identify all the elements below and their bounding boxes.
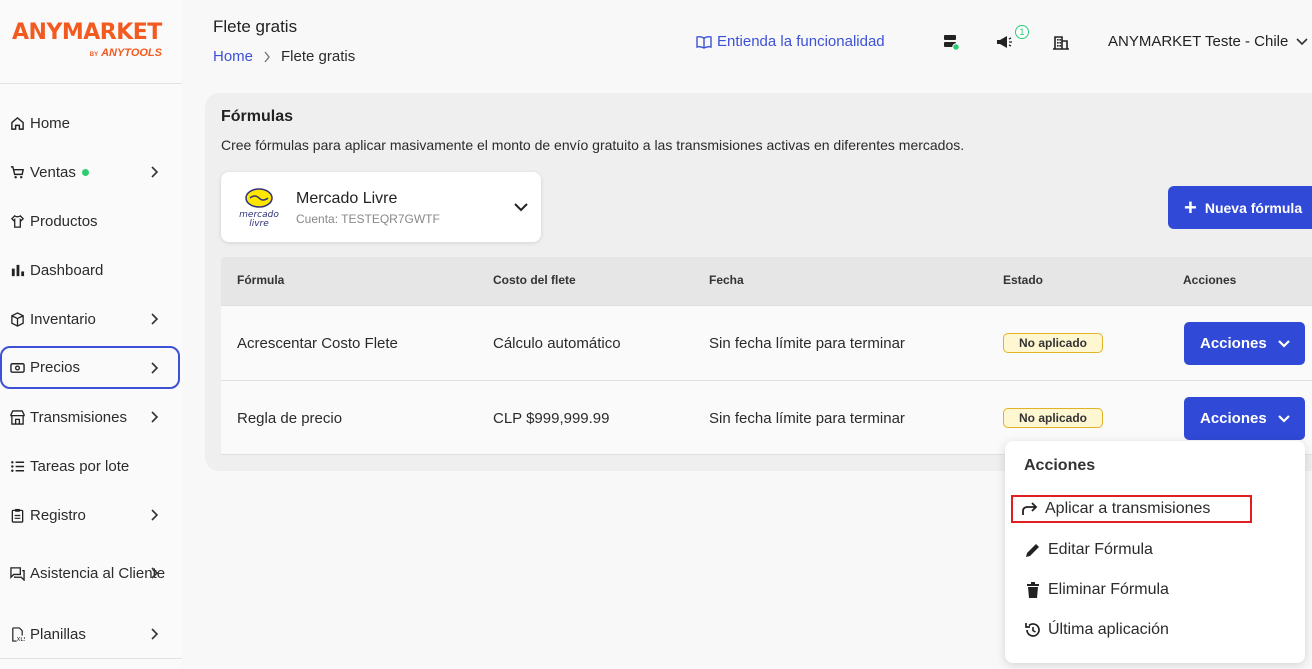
box-icon	[9, 311, 25, 327]
anymarket-logo[interactable]: ANYMARKET BY ANYTOOLS	[12, 20, 162, 64]
sidebar: ANYMARKET BY ANYTOOLS Home Ventas Product…	[0, 0, 182, 669]
server-status-icon[interactable]	[942, 33, 960, 51]
cart-icon	[9, 164, 25, 180]
marketplace-name: Mercado Livre	[296, 190, 398, 207]
list-icon	[9, 458, 25, 474]
svg-text:livre: livre	[249, 219, 269, 228]
help-link[interactable]: Entienda la funcionalidad	[696, 33, 885, 50]
pencil-icon	[1026, 544, 1039, 557]
history-icon	[1025, 623, 1040, 637]
sidebar-item-inventario[interactable]: Inventario	[0, 298, 180, 340]
building-icon[interactable]	[1052, 33, 1070, 51]
formulas-table: Fórmula Costo del flete Fecha Estado Acc…	[221, 257, 1312, 455]
sidebar-item-precios[interactable]: Precios	[0, 346, 180, 389]
plus-icon: +	[1184, 194, 1197, 220]
spreadsheet-icon: XLS	[9, 626, 25, 642]
sidebar-item-tareas-por-lote[interactable]: Tareas por lote	[0, 445, 180, 487]
sidebar-item-asistencia-al-cliente[interactable]: Asistencia al Cliente	[0, 552, 180, 594]
shipping-cost: CLP $999,999.99	[493, 410, 610, 427]
menu-title: Acciones	[1024, 457, 1096, 474]
section-description: Cree fórmulas para aplicar masivamente e…	[221, 137, 965, 153]
sidebar-item-planillas[interactable]: XLS Planillas	[0, 613, 180, 655]
chevron-right-icon	[151, 509, 159, 521]
sidebar-divider	[0, 658, 182, 659]
chevron-right-icon	[151, 313, 159, 325]
actions-button[interactable]: Acciones	[1184, 397, 1305, 440]
chevron-right-icon	[151, 567, 159, 579]
menu-item-delete-formula[interactable]: Eliminar Fórmula	[1020, 575, 1169, 605]
bar-chart-icon	[9, 262, 25, 278]
chevron-down-icon	[1296, 37, 1308, 45]
actions-dropdown-menu: Acciones Aplicar a transmisiones Editar …	[1005, 441, 1305, 663]
share-arrow-icon	[1022, 502, 1038, 515]
sidebar-item-registro[interactable]: Registro	[0, 494, 180, 536]
page-title: Flete gratis	[213, 17, 298, 36]
megaphone-icon[interactable]	[995, 33, 1013, 51]
sidebar-item-dashboard[interactable]: Dashboard	[0, 249, 180, 291]
formula-name: Acrescentar Costo Flete	[237, 335, 398, 352]
home-icon	[9, 115, 25, 131]
shirt-icon	[9, 213, 25, 229]
chevron-down-icon	[1277, 339, 1290, 348]
status-badge: No aplicado	[1003, 408, 1104, 428]
section-title: Fórmulas	[221, 108, 294, 125]
column-header-cost: Costo del flete	[493, 273, 576, 287]
formula-name: Regla de precio	[237, 410, 343, 427]
status-dot	[81, 169, 89, 177]
menu-item-apply-to-transmissions[interactable]: Aplicar a transmisiones	[1011, 495, 1252, 523]
chat-icon	[9, 565, 25, 581]
sidebar-item-home[interactable]: Home	[0, 102, 180, 144]
logo-main-text: ANYMARKET	[12, 20, 162, 45]
sidebar-item-ventas[interactable]: Ventas	[0, 151, 180, 193]
column-header-actions: Acciones	[1183, 273, 1237, 287]
status-badge: No aplicado	[1003, 333, 1104, 353]
chevron-right-icon	[151, 628, 159, 640]
breadcrumb-separator-icon	[264, 51, 270, 62]
marketplace-account: Cuenta: TESTEQR7GWTF	[296, 212, 440, 226]
sidebar-divider	[0, 83, 182, 84]
formula-date: Sin fecha límite para terminar	[709, 410, 905, 427]
table-header: Fórmula Costo del flete Fecha Estado Acc…	[221, 257, 1312, 305]
column-header-date: Fecha	[709, 273, 744, 287]
money-icon	[9, 360, 25, 376]
column-header-status: Estado	[1003, 273, 1044, 287]
menu-item-edit-formula[interactable]: Editar Fórmula	[1020, 535, 1153, 565]
menu-item-last-application[interactable]: Última aplicación	[1020, 615, 1169, 645]
chevron-right-icon	[151, 166, 159, 178]
trash-icon	[1027, 582, 1039, 598]
svg-text:XLS: XLS	[16, 637, 24, 642]
column-header-formula: Fórmula	[237, 273, 285, 287]
notification-badge: 1	[1015, 25, 1029, 39]
chevron-right-icon	[151, 361, 159, 374]
chevron-right-icon	[151, 411, 159, 423]
breadcrumb-current: Flete gratis	[281, 48, 356, 65]
logo-sub-text: BY ANYTOOLS	[89, 47, 162, 59]
shipping-cost: Cálculo automático	[493, 335, 621, 352]
chevron-down-icon	[1277, 414, 1290, 423]
store-icon	[9, 409, 25, 425]
table-row: Acrescentar Costo Flete Cálculo automáti…	[221, 305, 1312, 380]
breadcrumb-home-link[interactable]: Home	[213, 48, 253, 65]
actions-button[interactable]: Acciones	[1184, 322, 1305, 365]
sidebar-item-productos[interactable]: Productos	[0, 200, 180, 242]
account-selector[interactable]: ANYMARKET Teste - Chile	[1108, 33, 1308, 50]
breadcrumb: Home Flete gratis	[213, 48, 355, 65]
sidebar-item-transmisiones[interactable]: Transmisiones	[0, 396, 180, 438]
mercado-livre-logo: mercado livre	[239, 188, 279, 228]
chevron-down-icon	[514, 203, 528, 212]
clipboard-icon	[9, 507, 25, 523]
marketplace-selector[interactable]: mercado livre Mercado Livre Cuenta: TEST…	[221, 172, 541, 242]
new-formula-button[interactable]: + Nueva fórmula	[1168, 186, 1312, 229]
formula-date: Sin fecha límite para terminar	[709, 335, 905, 352]
book-icon	[696, 35, 712, 49]
